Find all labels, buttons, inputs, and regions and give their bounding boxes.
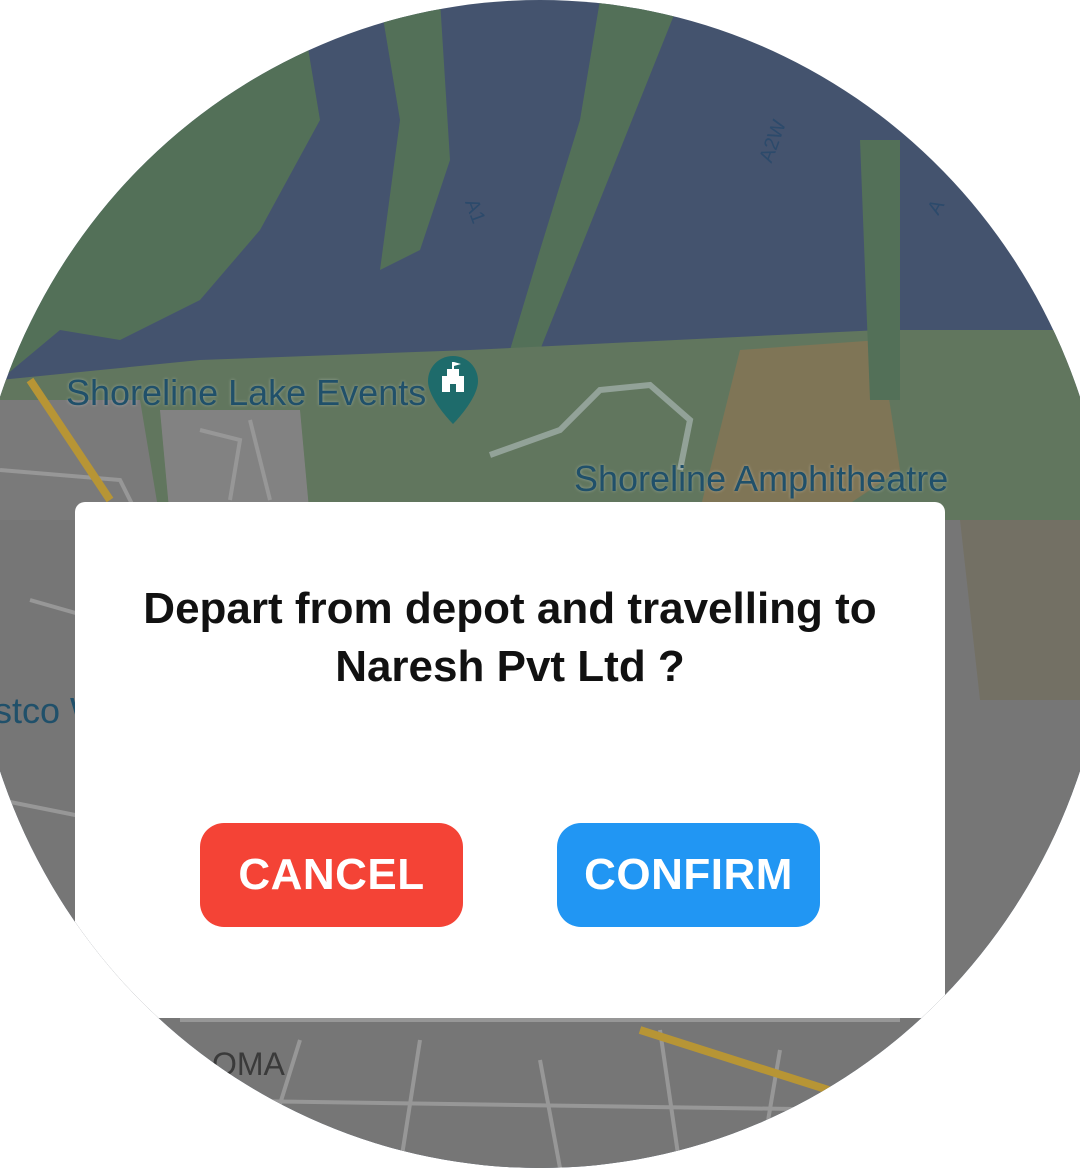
round-watch-face: Shoreline Lake Events Shoreline Amphithe… xyxy=(0,0,1080,1168)
place-label-shoreline-lake-events: Shoreline Lake Events xyxy=(66,372,427,413)
dialog-message: Depart from depot and travelling to Nare… xyxy=(143,584,877,691)
place-label-loma: OMA xyxy=(212,1046,285,1082)
park-pin-icon[interactable] xyxy=(426,354,480,426)
confirm-button[interactable]: CONFIRM xyxy=(557,823,820,927)
cancel-button[interactable]: CANCEL xyxy=(200,823,463,927)
place-label-shoreline-amphitheatre: Shoreline Amphitheatre xyxy=(574,458,949,499)
confirmation-dialog: Depart from depot and travelling to Nare… xyxy=(75,502,945,1018)
screen: Shoreline Lake Events Shoreline Amphithe… xyxy=(0,0,1080,1168)
